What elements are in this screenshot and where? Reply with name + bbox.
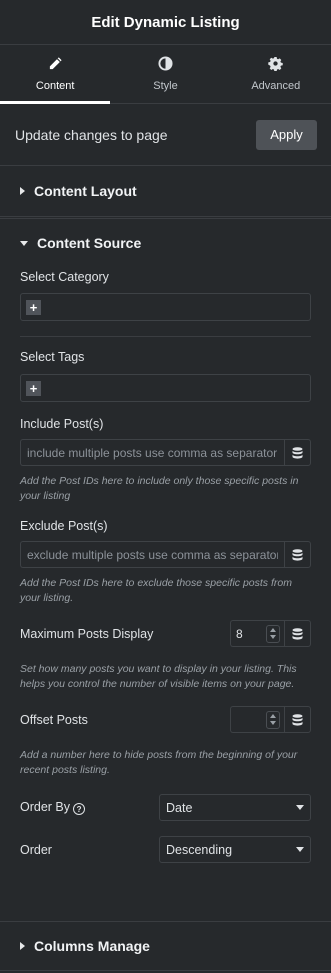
- include-posts-label: Include Post(s): [20, 417, 104, 431]
- exclude-posts-group: [20, 541, 311, 568]
- dynamic-tags-button[interactable]: [284, 541, 311, 568]
- section-columns-manage-title: Columns Manage: [34, 938, 150, 954]
- caret-right-icon: [20, 942, 25, 950]
- max-posts-input[interactable]: 8: [230, 620, 284, 647]
- database-icon: [292, 713, 303, 726]
- tab-advanced[interactable]: Advanced: [221, 45, 331, 103]
- select-tags-label: Select Tags: [20, 350, 85, 364]
- tab-content[interactable]: Content: [0, 45, 111, 104]
- chevron-down-icon: [296, 805, 304, 810]
- panel-title: Edit Dynamic Listing: [91, 13, 240, 31]
- tab-advanced-label: Advanced: [251, 80, 301, 92]
- order-by-label-text: Order By: [20, 799, 71, 814]
- exclude-posts-input[interactable]: [20, 541, 284, 568]
- caret-down-icon: [20, 240, 28, 246]
- order-label: Order: [20, 842, 52, 857]
- add-category-button[interactable]: +: [26, 299, 41, 315]
- max-posts-value: 8: [236, 626, 243, 641]
- content-source-panel: Select Category + Select Tags + Include …: [0, 267, 331, 863]
- contrast-icon: [158, 56, 173, 71]
- apply-button[interactable]: Apply: [256, 119, 317, 150]
- database-icon: [292, 446, 303, 459]
- section-content-layout[interactable]: Content Layout: [0, 166, 331, 217]
- tab-bar: Content Style Advanced: [0, 45, 331, 104]
- max-posts-help: Set how many posts you want to display i…: [20, 663, 297, 690]
- section-content-source[interactable]: Content Source: [0, 219, 331, 267]
- offset-posts-input[interactable]: [230, 706, 284, 733]
- caret-right-icon: [20, 187, 25, 195]
- add-tag-button[interactable]: +: [26, 380, 41, 396]
- select-category-label: Select Category: [20, 270, 109, 284]
- gear-icon: [268, 56, 284, 71]
- order-by-select[interactable]: Date: [159, 794, 311, 821]
- offset-posts-label: Offset Posts: [20, 712, 88, 727]
- select-tags-field[interactable]: +: [20, 374, 311, 402]
- max-posts-label: Maximum Posts Display: [20, 626, 154, 641]
- select-category-field[interactable]: +: [20, 293, 311, 321]
- question-icon[interactable]: ?: [73, 803, 86, 816]
- order-by-value: Date: [166, 800, 193, 815]
- database-icon: [292, 548, 303, 561]
- tab-style[interactable]: Style: [110, 45, 220, 103]
- exclude-posts-help: Add the Post IDs here to exclude those s…: [20, 577, 292, 604]
- section-columns-manage[interactable]: Columns Manage: [0, 922, 331, 971]
- section-content-layout-title: Content Layout: [34, 183, 137, 199]
- database-icon: [292, 627, 303, 640]
- tab-style-label: Style: [153, 80, 178, 92]
- order-select[interactable]: Descending: [159, 836, 311, 863]
- exclude-posts-label: Exclude Post(s): [20, 519, 108, 533]
- update-row: Update changes to page Apply: [0, 104, 331, 166]
- dynamic-tags-button[interactable]: [284, 706, 311, 733]
- include-posts-input[interactable]: [20, 439, 284, 466]
- dynamic-tags-button[interactable]: [284, 439, 311, 466]
- chevron-down-icon: [296, 847, 304, 852]
- offset-posts-group: [230, 706, 311, 733]
- panel-header: Edit Dynamic Listing: [0, 0, 331, 45]
- number-spinner[interactable]: [266, 624, 280, 643]
- section-content-source-title: Content Source: [37, 235, 142, 251]
- include-posts-group: [20, 439, 311, 466]
- update-text: Update changes to page: [15, 126, 168, 143]
- include-posts-help: Add the Post IDs here to include only th…: [20, 475, 299, 502]
- section-columns-manage-wrap: Columns Manage: [0, 921, 331, 971]
- pencil-icon: [49, 57, 62, 70]
- dynamic-tags-button[interactable]: [284, 620, 311, 647]
- order-by-label: Order By?: [20, 799, 86, 816]
- max-posts-group: 8: [230, 620, 311, 647]
- offset-posts-help: Add a number here to hide posts from the…: [20, 749, 298, 776]
- tab-content-label: Content: [35, 80, 75, 92]
- number-spinner[interactable]: [266, 710, 280, 729]
- order-value: Descending: [166, 842, 233, 857]
